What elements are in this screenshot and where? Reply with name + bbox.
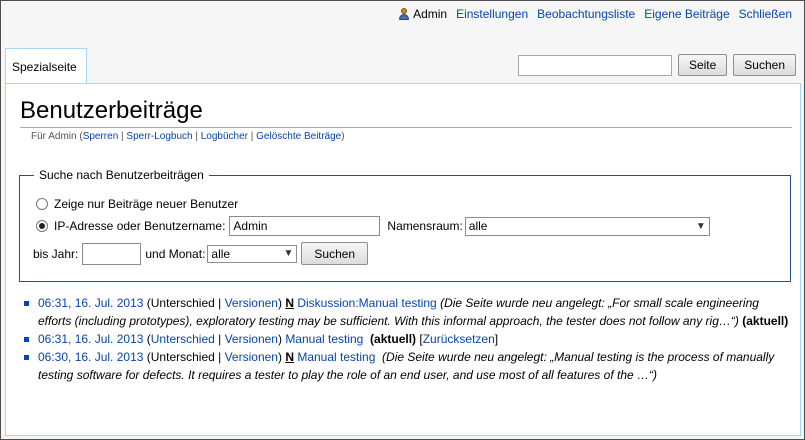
timestamp-link[interactable]: 06:31, 16. Jul. 2013	[38, 296, 143, 310]
newbies-label: Zeige nur Beiträge neuer Benutzer	[54, 197, 239, 211]
timestamp-link[interactable]: 06:31, 16. Jul. 2013	[38, 332, 143, 346]
diff-link[interactable]: Unterschied	[151, 350, 215, 364]
tab-special-page[interactable]: Spezialseite	[5, 48, 87, 83]
diff-link[interactable]: Unterschied	[151, 296, 215, 310]
window-frame: Admin Einstellungen Beobachtungsliste Ei…	[0, 0, 805, 440]
contributions-list: 06:31, 16. Jul. 2013 (Unterschied | Vers…	[24, 294, 794, 384]
namespace-value: alle	[468, 219, 488, 233]
new-page-flag: N	[285, 350, 294, 364]
user-icon	[399, 8, 410, 20]
tab-label: Spezialseite	[12, 60, 77, 74]
list-item: 06:31, 16. Jul. 2013 (Unterschied | Vers…	[24, 294, 794, 330]
form-legend: Suche nach Benutzerbeiträgen	[34, 168, 209, 182]
month-select[interactable]: alle ▼	[207, 244, 298, 263]
preferences-link[interactable]: Einstellungen	[456, 7, 528, 21]
newbies-option[interactable]: Zeige nur Beiträge neuer Benutzer	[36, 197, 238, 211]
ip-label: IP-Adresse oder Benutzername:	[54, 219, 226, 233]
list-item: 06:31, 16. Jul. 2013 (Unterschied | Vers…	[24, 330, 794, 348]
year-input[interactable]	[82, 242, 142, 265]
username-input[interactable]: Admin	[229, 216, 381, 236]
new-page-flag: N	[285, 296, 294, 310]
history-link[interactable]: Versionen	[225, 332, 278, 346]
logout-link[interactable]: Schließen	[739, 7, 792, 21]
user-name: Admin	[413, 7, 448, 21]
list-item: 06:30, 16. Jul. 2013 (Unterschied | Vers…	[24, 348, 794, 384]
user-link[interactable]: Admin	[399, 7, 447, 21]
search-box: Seite Suchen	[517, 54, 796, 76]
page-link[interactable]: Manual testing	[297, 350, 375, 364]
month-value: alle	[211, 246, 231, 261]
contributions-subtitle: Für Admin (Sperren | Sperr-Logbuch | Log…	[31, 131, 345, 142]
personal-toolbar: Admin Einstellungen Beobachtungsliste Ei…	[399, 7, 792, 21]
watchlist-link[interactable]: Beobachtungsliste	[537, 7, 635, 21]
chevron-down-icon: ▼	[283, 248, 294, 259]
submit-search-button[interactable]: Suchen	[301, 242, 369, 265]
diff-link[interactable]: Unterschied	[151, 332, 215, 346]
go-button[interactable]: Seite	[677, 54, 728, 76]
namespace-select[interactable]: alle ▼	[464, 216, 710, 236]
my-contributions-link[interactable]: Eigene Beiträge	[644, 7, 729, 21]
ip-radio[interactable]	[36, 220, 48, 232]
deleted-contributions-link[interactable]: Gelöschte Beiträge	[256, 131, 341, 142]
history-link[interactable]: Versionen	[225, 296, 278, 310]
newbies-radio[interactable]	[36, 198, 48, 210]
page-link[interactable]: Manual testing	[285, 332, 363, 346]
current-marker: (aktuell)	[370, 332, 417, 346]
edit-summary: (Die Seite wurde neu angelegt: „Manual t…	[38, 350, 775, 382]
year-label: bis Jahr:	[33, 246, 79, 261]
month-label: und Monat:	[145, 246, 206, 261]
contributions-search-form: Suche nach Benutzerbeiträgen Zeige nur B…	[19, 168, 791, 282]
current-marker: (aktuell)	[742, 314, 789, 328]
content-area: Benutzerbeiträge Für Admin (Sperren | Sp…	[5, 83, 801, 436]
search-input[interactable]	[517, 54, 672, 76]
search-button[interactable]: Suchen	[733, 54, 796, 76]
chevron-down-icon: ▼	[695, 220, 706, 232]
title-divider	[20, 127, 792, 128]
block-log-link[interactable]: Sperr-Logbuch	[126, 131, 192, 142]
ip-option: IP-Adresse oder Benutzername: Admin Name…	[36, 216, 710, 236]
page-title: Benutzerbeiträge	[20, 97, 203, 124]
history-link[interactable]: Versionen	[225, 350, 278, 364]
date-row: bis Jahr: und Monat: alle ▼ Suchen	[33, 242, 369, 265]
rollback-link[interactable]: Zurücksetzen	[423, 332, 495, 346]
logs-link[interactable]: Logbücher	[201, 131, 248, 142]
block-link[interactable]: Sperren	[83, 131, 119, 142]
namespace-label: Namensraum:	[387, 219, 463, 233]
page-link[interactable]: Diskussion:Manual testing	[297, 296, 436, 310]
timestamp-link[interactable]: 06:30, 16. Jul. 2013	[38, 350, 143, 364]
